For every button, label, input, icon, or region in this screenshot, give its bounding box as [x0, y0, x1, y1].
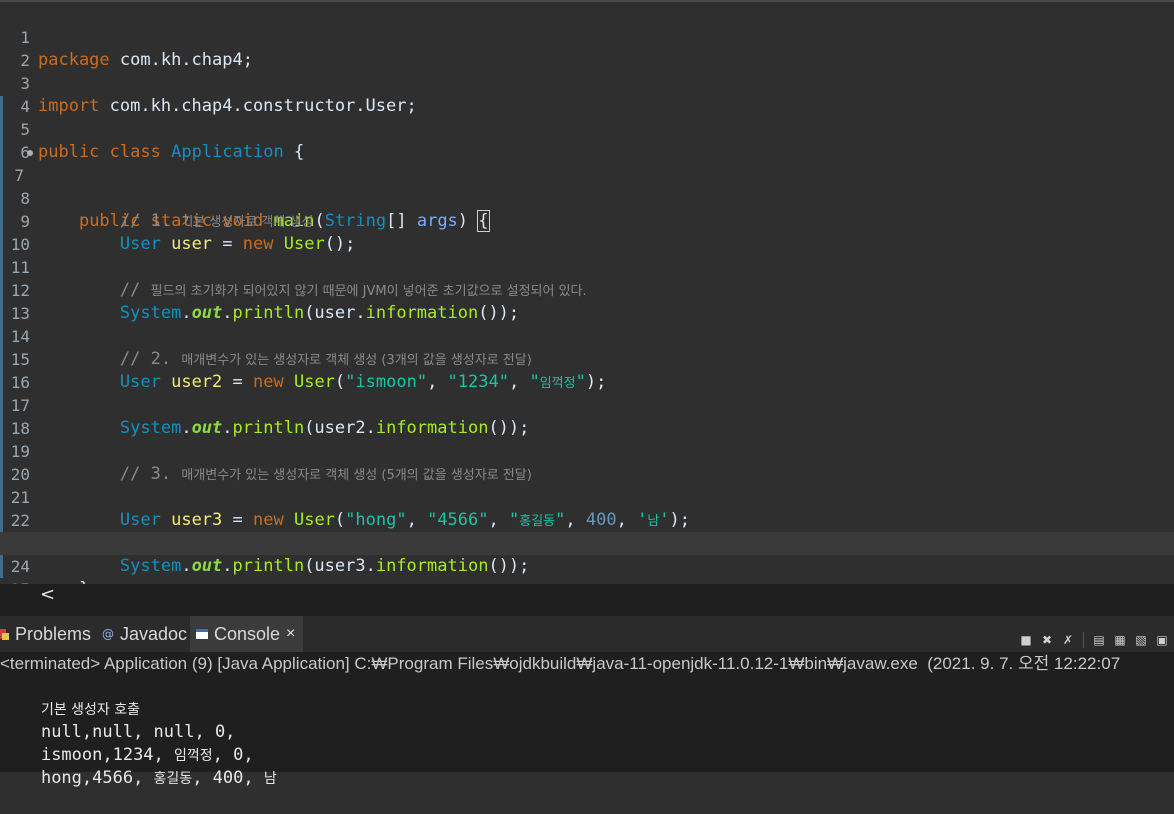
code-line-9[interactable]: 9 User user = new User(); — [0, 187, 1174, 254]
tab-problems[interactable]: Problems — [0, 616, 91, 652]
output-text: , 400, — [192, 768, 264, 788]
tab-label: Problems — [15, 623, 92, 644]
console-output-line-1: 기본 생성자 호출 — [0, 675, 1174, 718]
code-line-20[interactable]: 20 — [0, 440, 1174, 484]
code-line-21[interactable]: 21 User user3 = new User("hong", "4566",… — [0, 463, 1174, 530]
code-line-8[interactable]: 8 // 1. 기본 생성자로 객체 생성 — [0, 164, 1174, 231]
code-line-7[interactable]: 7 public static void main(String[] args)… — [0, 141, 1174, 232]
code-line-25[interactable]: 25 } — [0, 555, 1174, 584]
tab-label: Console — [214, 623, 281, 644]
pin-console-icon[interactable]: ▣ — [1154, 632, 1170, 648]
code-line-2[interactable]: 2 — [0, 26, 1174, 70]
console-icon — [196, 629, 208, 639]
terminate-icon[interactable]: ■ — [1018, 632, 1034, 648]
code-line-11[interactable]: 11 // 필드의 초기화가 되어있지 않기 때문에 JVM이 넣어준 초기값으… — [0, 233, 1174, 300]
code-line-16[interactable]: 16 — [0, 348, 1174, 392]
editor-top-border — [0, 0, 1174, 2]
code-line-19[interactable]: 19 // 3. 매개변수가 있는 생성자로 객체 생성 (5개의 값을 생성자… — [0, 417, 1174, 484]
code-line-23[interactable]: 23 System.out.println(user3.information(… — [0, 509, 1174, 576]
code-line-5[interactable]: 5 public class Application { — [0, 95, 1174, 162]
panel-tab-bar: Problems @ Javadoc Console × ■ ✖ ✗ ▤ ▦ ▧… — [0, 616, 1174, 652]
remove-launch-icon[interactable]: ✖ — [1039, 632, 1055, 648]
code-line-1[interactable]: 1 package com.kh.chap4; — [0, 3, 1174, 70]
output-text: 남 — [263, 771, 277, 787]
code-line-12[interactable]: 12 System.out.println(user.information()… — [0, 256, 1174, 323]
code-line-15[interactable]: 15 User user2 = new User("ismoon", "1234… — [0, 325, 1174, 392]
word-wrap-icon[interactable]: ▧ — [1133, 632, 1149, 648]
console-output-line-2: null,null, null, 0, — [0, 698, 1174, 742]
code-line-22[interactable]: 22 — [0, 486, 1174, 530]
code-line-6[interactable]: 6 — [0, 118, 1174, 162]
output-text: hong,4566, — [40, 768, 154, 788]
javadoc-at-icon: @ — [102, 627, 114, 641]
code-line-10[interactable]: 10 — [0, 210, 1174, 254]
problems-icon — [0, 629, 9, 640]
code-line-3[interactable]: 3 import com.kh.chap4.constructor.User; — [0, 49, 1174, 116]
toolbar-separator — [1083, 632, 1084, 648]
code-line-24-current[interactable]: 24 } — [0, 532, 1174, 584]
scroll-lock-icon[interactable]: ▦ — [1112, 632, 1128, 648]
scroll-left-arrow-icon[interactable]: < — [40, 584, 55, 606]
fold-marker-icon[interactable] — [27, 150, 33, 156]
clear-console-icon[interactable]: ▤ — [1091, 632, 1107, 648]
console-output-line-4: hong,4566, 홍길동, 400, 남 — [0, 744, 1174, 788]
tab-label: Javadoc — [120, 623, 188, 644]
console-process-header: <terminated> Application (9) [Java Appli… — [0, 654, 1121, 673]
code-line-13[interactable]: 13 — [0, 279, 1174, 323]
close-icon[interactable]: × — [286, 625, 295, 643]
tab-javadoc[interactable]: @ Javadoc — [102, 616, 187, 652]
bottom-panel: Problems @ Javadoc Console × ■ ✖ ✗ ▤ ▦ ▧… — [0, 608, 1174, 788]
horizontal-scrollbar[interactable]: < — [0, 584, 1174, 608]
code-line-14[interactable]: 14 // 2. 매개변수가 있는 생성자로 객체 생성 (3개의 값을 생성자… — [0, 302, 1174, 369]
console-toolbar: ■ ✖ ✗ ▤ ▦ ▧ ▣ — [1018, 632, 1170, 648]
code-line-17[interactable]: 17 System.out.println(user2.information(… — [0, 371, 1174, 438]
remove-all-icon[interactable]: ✗ — [1060, 632, 1076, 648]
tab-console[interactable]: Console × — [190, 616, 304, 652]
output-text: 홍길동 — [153, 771, 193, 787]
code-editor[interactable]: 1 package com.kh.chap4; 2 3 import com.k… — [0, 0, 1174, 584]
console-output-line-3: ismoon,1234, 임꺽정, 0, — [0, 721, 1174, 765]
code-line-18[interactable]: 18 — [0, 394, 1174, 438]
code-line-4[interactable]: 4 — [0, 72, 1174, 116]
